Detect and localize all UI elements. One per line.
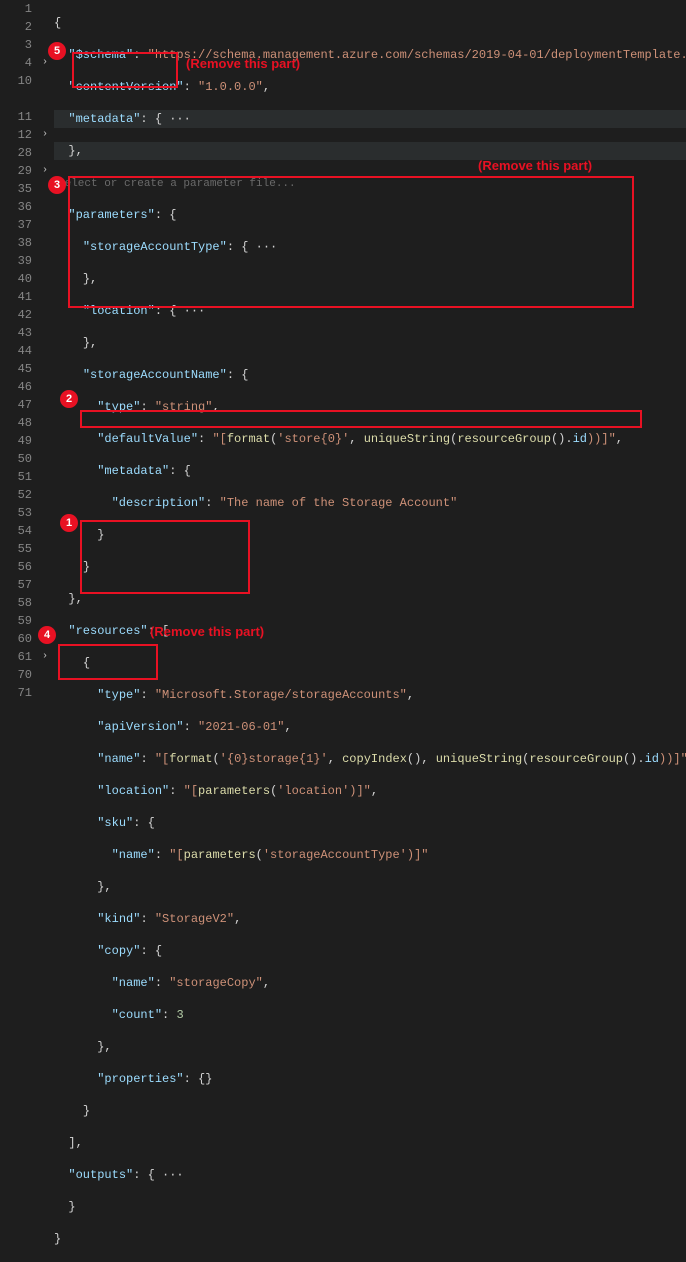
fold-gutter: › › › › xyxy=(40,0,54,634)
line-number-gutter: 1 2 3 4 10 11 12 28 29 35 36 37 38 39 40… xyxy=(0,0,40,634)
parameter-file-hint[interactable]: Select or create a parameter file... xyxy=(54,178,296,190)
chevron-right-icon[interactable]: › xyxy=(42,126,48,144)
chevron-right-icon[interactable]: › xyxy=(42,162,48,180)
code-area[interactable]: { "$schema": "https://schema.management.… xyxy=(54,0,686,634)
code-editor[interactable]: 1 2 3 4 10 11 12 28 29 35 36 37 38 39 40… xyxy=(0,0,686,634)
chevron-right-icon[interactable]: › xyxy=(42,54,48,72)
chevron-right-icon[interactable]: › xyxy=(42,648,48,666)
